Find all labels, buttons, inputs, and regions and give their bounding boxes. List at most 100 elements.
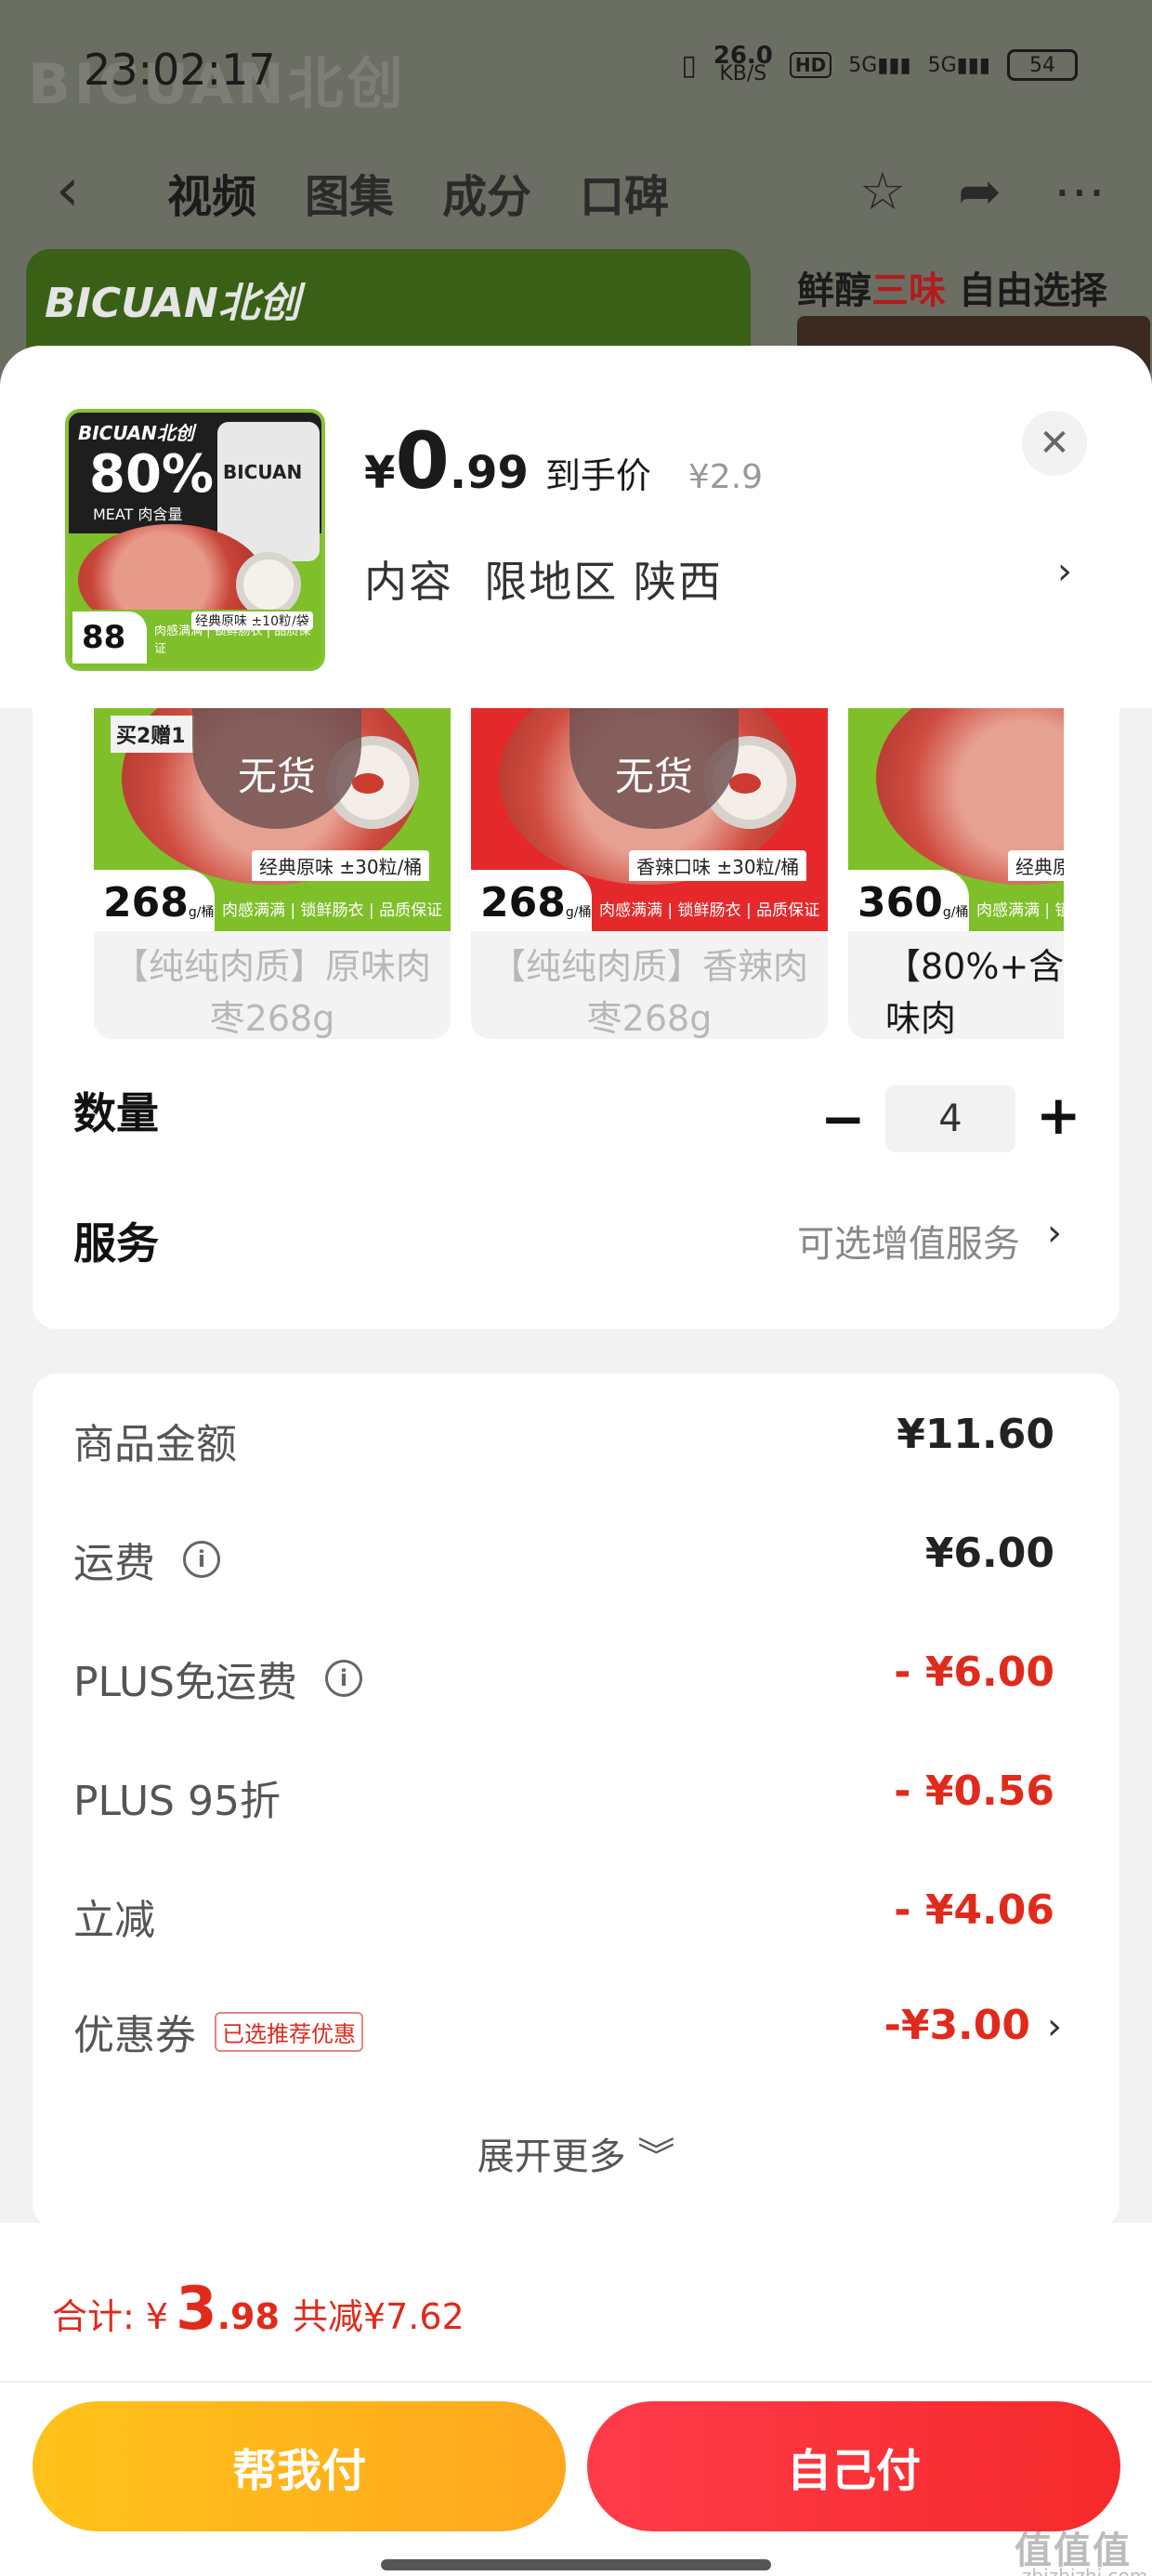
thumb-egg-image [236, 552, 301, 617]
goods-amount-label: 商品金额 [73, 1421, 237, 1468]
plus-free-shipping-value: - ¥6.00 [894, 1649, 1054, 1696]
battery-icon: 54 [1007, 49, 1078, 81]
instant-discount-label: 立减 [73, 1897, 155, 1944]
coupon-recommend-tag: 已选推荐优惠 [215, 2011, 363, 2052]
status-bar: 23:02:17 ▯ 26.0 KB/S HD 5G▮▮▮ 5G▮▮▮ 54 [0, 37, 1152, 102]
spec-slogan: 肉感满满 | 锁 [976, 901, 1064, 920]
share-icon: ➦ [958, 162, 1001, 222]
vibrate-icon: ▯ [681, 48, 697, 82]
original-price: ¥2.9 [687, 458, 764, 496]
quantity-decrease-button[interactable]: − [820, 1087, 866, 1150]
plus-discount-value: - ¥0.56 [894, 1768, 1054, 1815]
signal-icon: 5G▮▮▮ [848, 53, 911, 77]
shipping-label: 运费 i [73, 1530, 220, 1589]
status-time: 23:02:17 [84, 45, 276, 95]
spec-flavor: 香辣口味 ±30粒/桶 [629, 850, 807, 881]
spec-flavor: 经典原味 ±30粒/桶 [252, 850, 430, 881]
thumb-pack-brand: BICUAN [223, 461, 303, 483]
goods-amount-value: ¥11.60 [897, 1411, 1054, 1458]
spec-flavor: 经典原 [1008, 850, 1064, 881]
star-icon: ☆ [858, 162, 907, 222]
service-row[interactable]: 服务 可选增值服务 › [33, 1210, 1119, 1303]
info-icon[interactable]: i [183, 1541, 220, 1578]
summary-coupon-row[interactable]: 优惠券 已选推荐优惠 -¥3.00 › [33, 2002, 1119, 2076]
expand-more-button[interactable]: 展开更多 ︾ [33, 2126, 1119, 2180]
home-indicator[interactable] [381, 2559, 771, 2570]
price-summary-card: 商品金额 ¥11.60 运费 i ¥6.00 PLUS免运费 i - ¥6.00 P… [33, 1373, 1119, 2228]
price-integer: 0 [395, 415, 450, 506]
summary-plus95-row: PLUS 95折 - ¥0.56 [33, 1768, 1119, 1842]
background-promo-text: 鲜醇三味 自由选择 [797, 269, 1107, 312]
thumb-weight: 88 [72, 611, 147, 664]
chevron-right-icon[interactable]: › [1047, 1212, 1062, 1255]
shipping-value: ¥6.00 [924, 1530, 1054, 1577]
options-card: 买2赠1 经典原味 ±30粒/桶 肉感满满 | 锁鲜肠衣 | 品质保证 268g… [33, 708, 1119, 1329]
sheet-header: BICUAN北创 80%+ MEAT 肉含量 BICUAN 经典原味 ±10粒/… [0, 346, 1152, 708]
coupon-label: 优惠券 已选推荐优惠 [73, 2002, 363, 2061]
spec-label: 【80%+含量】原味肉 [885, 946, 1064, 1039]
checkout-footer: 合计: ¥ 3 .98 共减¥7.62 帮我付 自己付 值值值 zhizhizh… [0, 2223, 1152, 2576]
status-icons: ▯ 26.0 KB/S HD 5G▮▮▮ 5G▮▮▮ 54 [681, 42, 1078, 85]
spec-slogan: 肉感满满 | 锁鲜肠衣 | 品质保证 [599, 901, 820, 920]
quantity-input[interactable]: 4 [885, 1085, 1015, 1152]
total-prefix: 合计: ¥ [52, 2296, 169, 2337]
spec-label: 【纯纯肉质】原味肉枣268g [112, 946, 431, 1039]
footer-divider [0, 2381, 1152, 2383]
price-line: ¥ 0 .99 到手价 ¥2.9 [364, 422, 763, 500]
spec-option-2[interactable]: 香辣口味 ±30粒/桶 肉感满满 | 锁鲜肠衣 | 品质保证 268g/桶 无货… [471, 708, 828, 1039]
spec-option-1[interactable]: 买2赠1 经典原味 ±30粒/桶 肉感满满 | 锁鲜肠衣 | 品质保证 268g… [94, 708, 451, 1039]
spec-promo-badge: 买2赠1 [111, 716, 194, 753]
spec-option-3[interactable]: 经典原 肉感满满 | 锁 360g/桶 【80%+含量】原味肉 [848, 708, 1064, 1039]
thumb-meat-label: MEAT 肉含量 [93, 506, 183, 523]
total-savings: 共减¥7.62 [292, 2296, 465, 2337]
total-decimal: .98 [216, 2296, 280, 2337]
tab-gallery: 图集 [305, 171, 395, 223]
summary-plus-shipping-row: PLUS免运费 i - ¥6.00 [33, 1649, 1119, 1723]
pay-myself-button[interactable]: 自己付 [587, 2401, 1120, 2531]
total-line: 合计: ¥ 3 .98 共减¥7.62 [52, 2275, 465, 2344]
product-thumbnail: BICUAN北创 80%+ MEAT 肉含量 BICUAN 经典原味 ±10粒/… [65, 409, 325, 671]
tab-ingredients: 成分 [442, 171, 532, 223]
price-decimal: .99 [449, 447, 529, 499]
banner-logo: BICUAN北创 [45, 280, 300, 327]
info-icon[interactable]: i [325, 1660, 362, 1697]
summary-instant-row: 立减 - ¥4.06 [33, 1886, 1119, 1961]
spec-weight: 360g/桶 [848, 870, 969, 931]
thumb-slogan: 肉感满满 | 锁鲜肠衣 | 品质保证 [154, 624, 311, 656]
close-button[interactable]: ✕ [1022, 411, 1087, 476]
price-tag: 到手价 [544, 455, 651, 496]
region-selector[interactable]: 内容 限地区 陕西 [364, 548, 723, 610]
tab-reviews: 口碑 [580, 171, 670, 223]
chevron-right-icon[interactable]: › [1047, 2005, 1062, 2048]
quantity-row: 数量 − 4 + [33, 1080, 1119, 1173]
spec-label: 【纯纯肉质】香辣肉枣268g [490, 946, 808, 1039]
network-speed: 26.0 KB/S [713, 42, 773, 85]
quantity-label: 数量 [73, 1088, 159, 1138]
tab-video: 视频 [167, 171, 257, 223]
thumb-brand-logo: BICUAN北创 [78, 422, 194, 444]
total-integer: 3 [176, 2275, 217, 2344]
spec-weight: 268g/桶 [94, 870, 215, 931]
summary-goods-row: 商品金额 ¥11.60 [33, 1411, 1119, 1485]
site-watermark-url: zhizhizhi.com [1022, 2565, 1148, 2576]
more-icon: ⋯ [1054, 162, 1106, 222]
quantity-increase-button[interactable]: + [1036, 1084, 1081, 1147]
spec-weight: 268g/桶 [471, 870, 592, 931]
instant-discount-value: - ¥4.06 [894, 1886, 1054, 1934]
close-icon: ✕ [1039, 422, 1070, 465]
coupon-value[interactable]: -¥3.00 [884, 2002, 1030, 2049]
price-currency: ¥ [364, 447, 396, 499]
chevron-right-icon[interactable]: › [1057, 550, 1072, 593]
signal-icon-2: 5G▮▮▮ [927, 53, 990, 77]
help-me-pay-button[interactable]: 帮我付 [33, 2401, 566, 2531]
spec-slogan: 肉感满满 | 锁鲜肠衣 | 品质保证 [222, 901, 443, 920]
back-icon: ‹ [56, 156, 80, 225]
purchase-sheet: BICUAN北创 80%+ MEAT 肉含量 BICUAN 经典原味 ±10粒/… [0, 346, 1152, 2576]
plus-discount-label: PLUS 95折 [73, 1778, 281, 1825]
background-nav: ‹ 视频 图集 成分 口碑 ☆ ➦ ⋯ [0, 149, 1152, 232]
plus-free-shipping-label: PLUS免运费 i [73, 1649, 362, 1708]
service-label: 服务 [73, 1218, 159, 1268]
service-hint[interactable]: 可选增值服务 [797, 1214, 1020, 1268]
background-page: BICUAN北创 23:02:17 ▯ 26.0 KB/S HD 5G▮▮▮ 5G… [0, 0, 1152, 390]
hd-icon: HD [789, 52, 832, 78]
